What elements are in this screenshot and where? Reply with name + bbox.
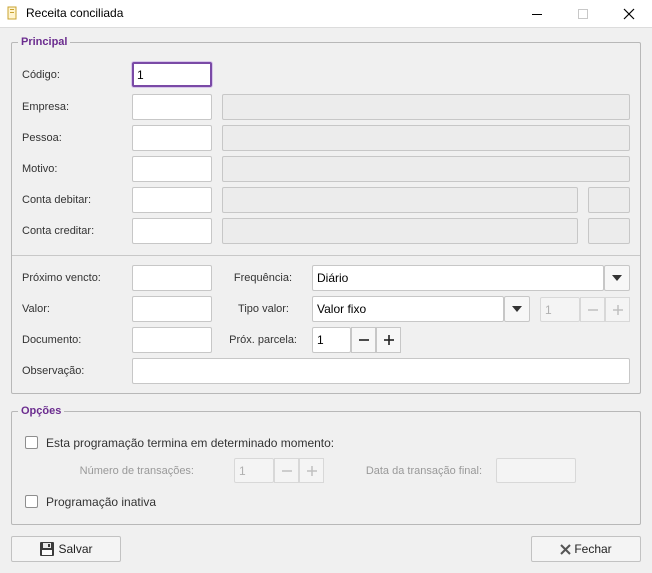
tipo-valor-select[interactable]: Valor fixo [312,296,504,322]
conta-debitar-extra-display [588,187,630,213]
num-transacoes-decrement-button [274,458,299,483]
prox-parcela-decrement-button[interactable] [351,327,376,353]
codigo-label: Código: [22,69,60,81]
document-icon [7,6,17,20]
conta-creditar-code-field[interactable] [132,218,212,244]
plus-icon [306,465,317,476]
plus-icon [383,335,394,345]
data-final-field [496,458,576,483]
frequencia-select[interactable]: Diário [312,265,604,291]
num-transacoes-label: Número de transações: [79,465,194,477]
chevron-down-icon [512,306,522,312]
documento-label: Documento: [22,334,82,346]
minus-icon [587,308,598,311]
minimize-icon [532,13,542,15]
title-separator [0,27,652,28]
minus-icon [358,339,369,341]
conta-creditar-extra-display [588,218,630,244]
pessoa-code-field[interactable] [132,125,212,151]
empresa-name-display [222,94,630,120]
pessoa-label: Pessoa: [22,132,62,144]
conta-debitar-name-display [222,187,578,213]
window-title: Receita conciliada [26,6,124,20]
num-transacoes-field: 1 [234,458,274,483]
close-icon [623,8,635,19]
motivo-name-display [222,156,630,182]
prox-parcela-label: Próx. parcela: [229,334,297,346]
opcoes-legend: Opções [21,405,62,417]
prox-parcela-increment-button[interactable] [376,327,401,353]
motivo-code-field[interactable] [132,156,212,182]
data-final-label: Data da transação final: [365,465,482,477]
proximo-vencto-field[interactable] [132,265,212,291]
conta-debitar-code-field[interactable] [132,187,212,213]
conta-debitar-label: Conta debitar: [22,194,92,206]
conta-creditar-label: Conta creditar: [22,225,95,237]
close-button[interactable] [606,0,652,27]
valor-label: Valor: [22,303,50,315]
conta-creditar-name-display [222,218,578,244]
tipo-valor-increment-button [605,297,630,322]
tipo-valor-decrement-button [580,297,605,322]
tipo-valor-dropdown-button[interactable] [504,296,530,322]
empresa-code-field[interactable] [132,94,212,120]
frequencia-label: Frequência: [233,272,292,284]
principal-legend: Principal [21,36,68,48]
section-divider [12,255,640,256]
valor-field[interactable] [132,296,212,322]
chevron-down-icon [612,275,622,281]
close-dialog-button[interactable]: Fechar [531,536,641,562]
termina-label[interactable]: Esta programação termina em determinado … [46,436,334,450]
plus-icon [612,304,623,315]
pessoa-name-display [222,125,630,151]
documento-field[interactable] [132,327,212,353]
minus-icon [281,469,292,472]
observacao-field[interactable] [132,358,630,384]
save-button[interactable]: Salvar [11,536,121,562]
inativa-label[interactable]: Programação inativa [46,495,156,509]
termina-checkbox[interactable] [25,436,38,449]
motivo-label: Motivo: [22,163,58,175]
tipo-valor-label: Tipo valor: [238,303,289,315]
tipo-valor-spinner-field: 1 [540,297,580,322]
prox-parcela-field[interactable]: 1 [312,327,351,353]
minimize-button[interactable] [514,0,560,27]
codigo-field[interactable]: 1 [132,62,212,87]
frequencia-dropdown-button[interactable] [604,265,630,291]
x-icon [560,543,572,555]
close-dialog-button-label: Fechar [574,542,612,556]
save-button-label: Salvar [58,542,93,556]
floppy-disk-icon [40,542,55,556]
inativa-checkbox[interactable] [25,495,38,508]
maximize-button[interactable] [560,0,606,27]
observacao-label: Observação: [22,365,85,377]
num-transacoes-increment-button [299,458,324,483]
maximize-icon [578,8,588,19]
empresa-label: Empresa: [22,101,70,113]
proximo-vencto-label: Próximo vencto: [22,272,101,284]
